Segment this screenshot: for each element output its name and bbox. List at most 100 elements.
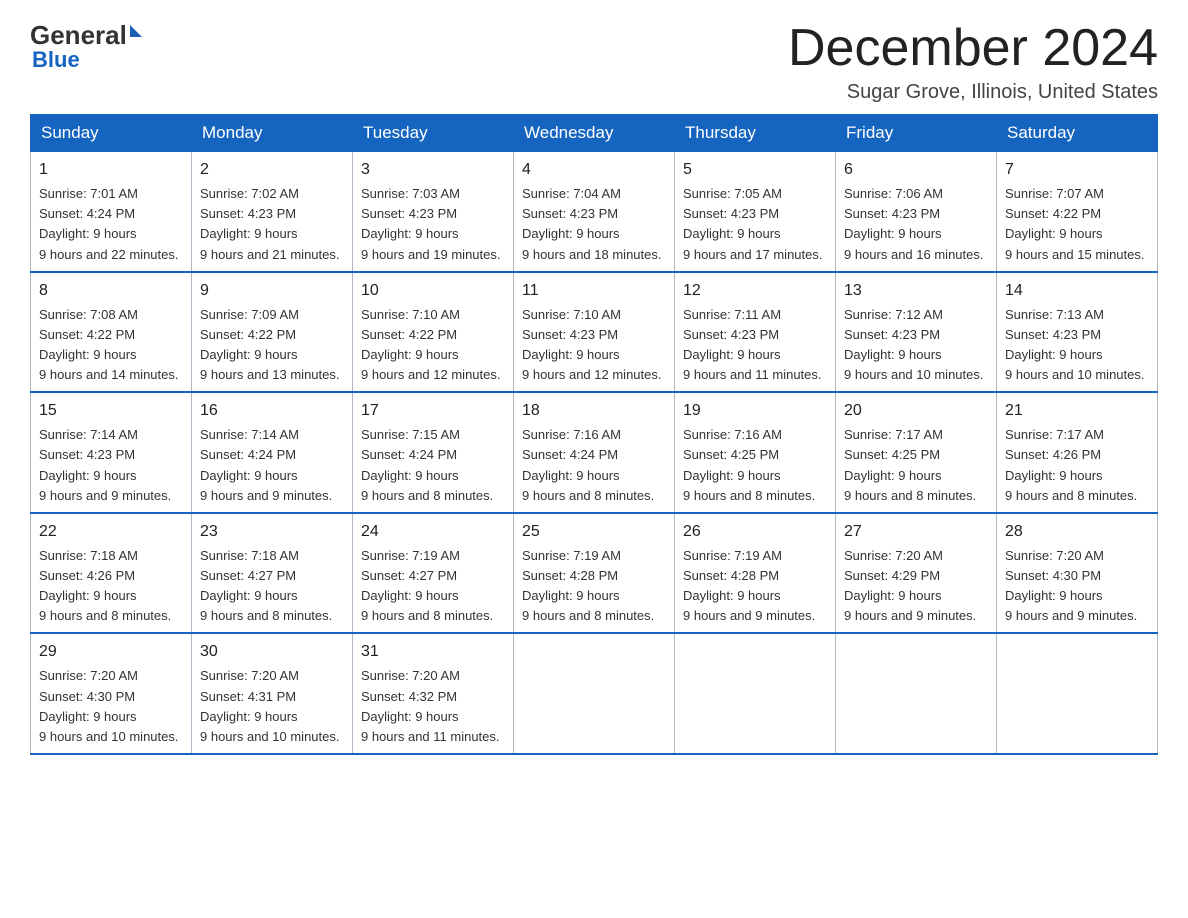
day-info: Sunrise: 7:20 AMSunset: 4:29 PMDaylight:…	[844, 548, 976, 623]
weekday-header-sunday: Sunday	[31, 115, 192, 152]
calendar-day-cell: 22 Sunrise: 7:18 AMSunset: 4:26 PMDayligh…	[31, 513, 192, 634]
day-info: Sunrise: 7:17 AMSunset: 4:25 PMDaylight:…	[844, 427, 976, 502]
day-number: 23	[200, 520, 344, 544]
day-number: 20	[844, 399, 988, 423]
day-info: Sunrise: 7:19 AMSunset: 4:28 PMDaylight:…	[683, 548, 815, 623]
day-info: Sunrise: 7:09 AMSunset: 4:22 PMDaylight:…	[200, 307, 339, 382]
calendar-day-cell: 14 Sunrise: 7:13 AMSunset: 4:23 PMDayligh…	[997, 272, 1158, 393]
day-info: Sunrise: 7:18 AMSunset: 4:26 PMDaylight:…	[39, 548, 171, 623]
day-info: Sunrise: 7:20 AMSunset: 4:30 PMDaylight:…	[1005, 548, 1137, 623]
day-number: 31	[361, 640, 505, 664]
day-number: 15	[39, 399, 183, 423]
calendar-week-row: 1 Sunrise: 7:01 AMSunset: 4:24 PMDaylight…	[31, 152, 1158, 272]
calendar-day-cell: 3Sunrise: 7:03 AMSunset: 4:23 PMDaylight…	[353, 152, 514, 272]
day-info: Sunrise: 7:13 AMSunset: 4:23 PMDaylight:…	[1005, 307, 1144, 382]
calendar-day-cell: 16Sunrise: 7:14 AMSunset: 4:24 PMDayligh…	[192, 392, 353, 513]
calendar-day-cell	[997, 633, 1158, 754]
weekday-header-tuesday: Tuesday	[353, 115, 514, 152]
day-number: 22	[39, 520, 183, 544]
day-info: Sunrise: 7:19 AMSunset: 4:28 PMDaylight:…	[522, 548, 654, 623]
calendar-day-cell: 27 Sunrise: 7:20 AMSunset: 4:29 PMDayligh…	[836, 513, 997, 634]
calendar-day-cell: 9Sunrise: 7:09 AMSunset: 4:22 PMDaylight…	[192, 272, 353, 393]
calendar-day-cell: 17 Sunrise: 7:15 AMSunset: 4:24 PMDayligh…	[353, 392, 514, 513]
calendar-day-cell: 6Sunrise: 7:06 AMSunset: 4:23 PMDaylight…	[836, 152, 997, 272]
calendar-day-cell: 2 Sunrise: 7:02 AMSunset: 4:23 PMDaylight…	[192, 152, 353, 272]
calendar-week-row: 29 Sunrise: 7:20 AMSunset: 4:30 PMDayligh…	[31, 633, 1158, 754]
calendar-week-row: 8 Sunrise: 7:08 AMSunset: 4:22 PMDaylight…	[31, 272, 1158, 393]
calendar-day-cell	[675, 633, 836, 754]
calendar-day-cell: 20 Sunrise: 7:17 AMSunset: 4:25 PMDayligh…	[836, 392, 997, 513]
day-number: 6	[844, 158, 988, 182]
weekday-header-friday: Friday	[836, 115, 997, 152]
day-number: 21	[1005, 399, 1149, 423]
day-info: Sunrise: 7:02 AMSunset: 4:23 PMDaylight:…	[200, 186, 339, 261]
calendar-day-cell: 7Sunrise: 7:07 AMSunset: 4:22 PMDaylight…	[997, 152, 1158, 272]
calendar-week-row: 15 Sunrise: 7:14 AMSunset: 4:23 PMDayligh…	[31, 392, 1158, 513]
day-number: 5	[683, 158, 827, 182]
logo-triangle-icon	[130, 25, 142, 37]
calendar-week-row: 22 Sunrise: 7:18 AMSunset: 4:26 PMDayligh…	[31, 513, 1158, 634]
day-number: 1	[39, 158, 183, 182]
calendar-day-cell: 30 Sunrise: 7:20 AMSunset: 4:31 PMDayligh…	[192, 633, 353, 754]
weekday-header-thursday: Thursday	[675, 115, 836, 152]
day-info: Sunrise: 7:04 AMSunset: 4:23 PMDaylight:…	[522, 186, 661, 261]
day-number: 10	[361, 279, 505, 303]
calendar-table: SundayMondayTuesdayWednesdayThursdayFrid…	[30, 114, 1158, 755]
location-subtitle: Sugar Grove, Illinois, United States	[788, 81, 1158, 104]
day-number: 26	[683, 520, 827, 544]
day-number: 4	[522, 158, 666, 182]
logo: General Blue	[30, 20, 142, 73]
logo-blue-label: Blue	[32, 47, 80, 73]
day-info: Sunrise: 7:14 AMSunset: 4:23 PMDaylight:…	[39, 427, 171, 502]
day-number: 24	[361, 520, 505, 544]
calendar-day-cell	[836, 633, 997, 754]
day-number: 2	[200, 158, 344, 182]
page-header: General Blue December 2024 Sugar Grove, …	[30, 20, 1158, 104]
day-number: 18	[522, 399, 666, 423]
day-number: 14	[1005, 279, 1149, 303]
day-info: Sunrise: 7:10 AMSunset: 4:22 PMDaylight:…	[361, 307, 500, 382]
day-number: 17	[361, 399, 505, 423]
day-number: 27	[844, 520, 988, 544]
day-info: Sunrise: 7:19 AMSunset: 4:27 PMDaylight:…	[361, 548, 493, 623]
calendar-day-cell: 31 Sunrise: 7:20 AMSunset: 4:32 PMDayligh…	[353, 633, 514, 754]
day-info: Sunrise: 7:16 AMSunset: 4:25 PMDaylight:…	[683, 427, 815, 502]
calendar-day-cell: 18Sunrise: 7:16 AMSunset: 4:24 PMDayligh…	[514, 392, 675, 513]
day-info: Sunrise: 7:11 AMSunset: 4:23 PMDaylight:…	[683, 307, 822, 382]
day-info: Sunrise: 7:01 AMSunset: 4:24 PMDaylight:…	[39, 186, 178, 261]
day-number: 13	[844, 279, 988, 303]
day-info: Sunrise: 7:05 AMSunset: 4:23 PMDaylight:…	[683, 186, 822, 261]
day-number: 11	[522, 279, 666, 303]
day-number: 25	[522, 520, 666, 544]
calendar-day-cell: 28 Sunrise: 7:20 AMSunset: 4:30 PMDayligh…	[997, 513, 1158, 634]
day-info: Sunrise: 7:12 AMSunset: 4:23 PMDaylight:…	[844, 307, 983, 382]
weekday-header-row: SundayMondayTuesdayWednesdayThursdayFrid…	[31, 115, 1158, 152]
calendar-day-cell: 24 Sunrise: 7:19 AMSunset: 4:27 PMDayligh…	[353, 513, 514, 634]
day-info: Sunrise: 7:17 AMSunset: 4:26 PMDaylight:…	[1005, 427, 1137, 502]
calendar-day-cell: 15 Sunrise: 7:14 AMSunset: 4:23 PMDayligh…	[31, 392, 192, 513]
day-info: Sunrise: 7:07 AMSunset: 4:22 PMDaylight:…	[1005, 186, 1144, 261]
calendar-day-cell: 26 Sunrise: 7:19 AMSunset: 4:28 PMDayligh…	[675, 513, 836, 634]
calendar-day-cell: 25 Sunrise: 7:19 AMSunset: 4:28 PMDayligh…	[514, 513, 675, 634]
day-info: Sunrise: 7:20 AMSunset: 4:31 PMDaylight:…	[200, 668, 339, 743]
day-number: 29	[39, 640, 183, 664]
title-block: December 2024 Sugar Grove, Illinois, Uni…	[788, 20, 1158, 104]
day-info: Sunrise: 7:03 AMSunset: 4:23 PMDaylight:…	[361, 186, 500, 261]
day-number: 8	[39, 279, 183, 303]
day-number: 28	[1005, 520, 1149, 544]
day-number: 30	[200, 640, 344, 664]
day-info: Sunrise: 7:20 AMSunset: 4:32 PMDaylight:…	[361, 668, 500, 743]
calendar-day-cell: 19Sunrise: 7:16 AMSunset: 4:25 PMDayligh…	[675, 392, 836, 513]
calendar-day-cell: 1 Sunrise: 7:01 AMSunset: 4:24 PMDaylight…	[31, 152, 192, 272]
day-info: Sunrise: 7:15 AMSunset: 4:24 PMDaylight:…	[361, 427, 493, 502]
day-number: 12	[683, 279, 827, 303]
day-info: Sunrise: 7:14 AMSunset: 4:24 PMDaylight:…	[200, 427, 332, 502]
day-info: Sunrise: 7:20 AMSunset: 4:30 PMDaylight:…	[39, 668, 178, 743]
month-title: December 2024	[788, 20, 1158, 77]
day-info: Sunrise: 7:08 AMSunset: 4:22 PMDaylight:…	[39, 307, 178, 382]
calendar-day-cell: 11Sunrise: 7:10 AMSunset: 4:23 PMDayligh…	[514, 272, 675, 393]
calendar-day-cell: 10 Sunrise: 7:10 AMSunset: 4:22 PMDayligh…	[353, 272, 514, 393]
weekday-header-wednesday: Wednesday	[514, 115, 675, 152]
calendar-day-cell: 23Sunrise: 7:18 AMSunset: 4:27 PMDayligh…	[192, 513, 353, 634]
calendar-day-cell: 4 Sunrise: 7:04 AMSunset: 4:23 PMDaylight…	[514, 152, 675, 272]
